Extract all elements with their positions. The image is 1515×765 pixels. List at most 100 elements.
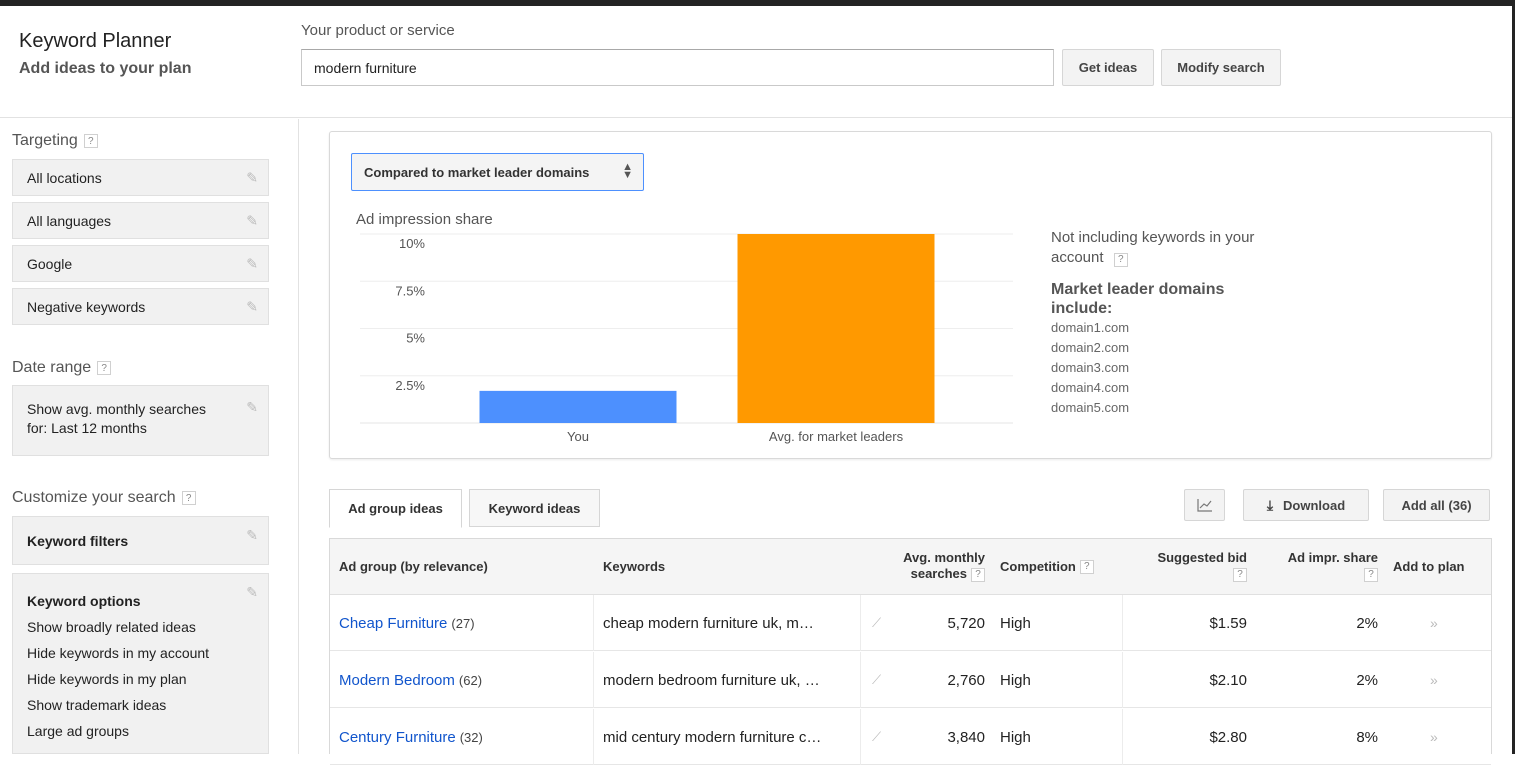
customize-label: Customize your search bbox=[12, 489, 176, 506]
chart-x-tick-label: Avg. for market leaders bbox=[769, 429, 904, 444]
chart-x-tick-label: You bbox=[567, 429, 589, 444]
table-row: Century Furniture (32) mid century moder… bbox=[330, 709, 1491, 765]
col-searches-line2: searches bbox=[910, 566, 967, 581]
chart-y-tick-label: 2.5% bbox=[395, 378, 425, 393]
targeting-item-label: Negative keywords bbox=[27, 298, 146, 315]
share-cell: 2% bbox=[1356, 671, 1378, 689]
add-to-plan-icon[interactable]: » bbox=[1430, 595, 1438, 651]
col-impr-label: Ad impr. share bbox=[1287, 550, 1378, 565]
get-ideas-button[interactable]: Get ideas bbox=[1062, 49, 1154, 86]
add-to-plan-icon[interactable]: » bbox=[1430, 709, 1438, 765]
table-row: Modern Bedroom (62) modern bedroom furni… bbox=[330, 652, 1491, 708]
date-range-line1: Show avg. monthly searches bbox=[27, 401, 206, 417]
trend-icon[interactable]: ⟋ bbox=[872, 652, 881, 708]
modify-search-button[interactable]: Modify search bbox=[1161, 49, 1281, 86]
trend-icon[interactable]: ⟋ bbox=[872, 709, 881, 765]
col-adgroup[interactable]: Ad group (by relevance) bbox=[339, 559, 488, 575]
chart-toggle-button[interactable] bbox=[1184, 489, 1225, 521]
domain-item: domain3.com bbox=[1051, 360, 1130, 375]
help-icon[interactable]: ? bbox=[971, 567, 985, 582]
pencil-icon[interactable]: ✎ bbox=[246, 527, 258, 544]
chart-bar bbox=[737, 234, 935, 423]
targeting-item-label: Google bbox=[27, 255, 73, 272]
leaders-heading-line1: Market leader domains bbox=[1051, 281, 1225, 298]
domain-item: domain5.com bbox=[1051, 400, 1130, 415]
col-keywords: Keywords bbox=[603, 559, 666, 574]
adgroup-count: (32) bbox=[459, 729, 483, 745]
col-competition[interactable]: Competition ? bbox=[1000, 559, 1094, 575]
domain-item: domain4.com bbox=[1051, 380, 1130, 395]
column-divider bbox=[1122, 595, 1123, 651]
pencil-icon[interactable]: ✎ bbox=[246, 255, 258, 272]
help-icon[interactable]: ? bbox=[181, 491, 196, 505]
pencil-icon[interactable]: ✎ bbox=[246, 398, 258, 417]
column-divider bbox=[860, 709, 861, 765]
targeting-network-item[interactable]: Google ✎ bbox=[12, 245, 269, 282]
date-range-item[interactable]: Show avg. monthly searches for: Last 12 … bbox=[12, 385, 269, 456]
date-range-label: Date range bbox=[12, 359, 92, 376]
chart-y-tick-label: 10% bbox=[399, 236, 425, 251]
leaders-heading: Market leader domains include: bbox=[1051, 280, 1311, 318]
pencil-icon[interactable]: ✎ bbox=[246, 212, 258, 229]
tab-keyword-ideas[interactable]: Keyword ideas bbox=[469, 489, 600, 527]
line-chart-icon bbox=[1196, 499, 1212, 512]
column-divider bbox=[593, 709, 594, 765]
help-icon[interactable]: ? bbox=[1079, 560, 1094, 574]
chart-x-axis: You Avg. for market leaders bbox=[567, 429, 904, 444]
targeting-negative-keywords-item[interactable]: Negative keywords ✎ bbox=[12, 288, 269, 325]
chart-y-axis: 2.5% 5% 7.5% 10% bbox=[395, 236, 425, 393]
help-icon[interactable]: ? bbox=[1364, 567, 1378, 582]
adgroup-count: (27) bbox=[451, 615, 475, 631]
ad-group-ideas-table: Ad group (by relevance) Keywords Avg. mo… bbox=[329, 538, 1492, 765]
searches-cell: 5,720 bbox=[947, 614, 985, 632]
targeting-languages-item[interactable]: All languages ✎ bbox=[12, 202, 269, 239]
download-label: Download bbox=[1283, 497, 1346, 513]
help-icon[interactable]: ? bbox=[83, 134, 98, 148]
keyword-options-item[interactable]: Keyword options Show broadly related ide… bbox=[12, 573, 269, 754]
adgroup-link[interactable]: Century Furniture bbox=[339, 729, 456, 746]
chart-bar bbox=[479, 390, 677, 423]
tab-ad-group-ideas[interactable]: Ad group ideas bbox=[329, 489, 462, 528]
bid-cell: $2.80 bbox=[1209, 728, 1247, 746]
keyword-option: Hide keywords in my plan bbox=[27, 671, 187, 687]
help-icon[interactable]: ? bbox=[1233, 567, 1247, 582]
adgroup-cell[interactable]: Cheap Furniture (27) bbox=[339, 595, 475, 651]
bid-cell: $2.10 bbox=[1209, 671, 1247, 689]
download-button[interactable]: ⤓ Download bbox=[1243, 489, 1369, 521]
adgroup-cell[interactable]: Modern Bedroom (62) bbox=[339, 652, 482, 708]
bid-cell: $1.59 bbox=[1209, 614, 1247, 632]
keyword-options-title: Keyword options bbox=[27, 593, 141, 609]
date-range-section-label: Date range ? bbox=[12, 359, 112, 377]
adgroup-cell[interactable]: Century Furniture (32) bbox=[339, 709, 483, 765]
targeting-locations-item[interactable]: All locations ✎ bbox=[12, 159, 269, 196]
chart-y-tick-label: 5% bbox=[406, 331, 425, 346]
trend-icon[interactable]: ⟋ bbox=[872, 595, 881, 651]
share-cell: 2% bbox=[1356, 614, 1378, 632]
keywords-cell: cheap modern furniture uk, m… bbox=[603, 614, 814, 632]
competition-cell: High bbox=[1000, 671, 1031, 689]
search-label: Your product or service bbox=[301, 22, 455, 39]
product-search-input[interactable] bbox=[301, 49, 1054, 86]
date-range-line2: for: Last 12 months bbox=[27, 420, 147, 436]
add-to-plan-icon[interactable]: » bbox=[1430, 652, 1438, 708]
adgroup-link[interactable]: Cheap Furniture bbox=[339, 615, 447, 632]
add-all-button[interactable]: Add all (36) bbox=[1383, 489, 1490, 521]
col-searches[interactable]: Avg. monthly searches? bbox=[870, 550, 985, 582]
pencil-icon[interactable]: ✎ bbox=[246, 584, 258, 601]
adgroup-link[interactable]: Modern Bedroom bbox=[339, 672, 455, 689]
help-icon[interactable]: ? bbox=[1113, 253, 1128, 267]
table-row: Cheap Furniture (27) cheap modern furnit… bbox=[330, 595, 1491, 651]
help-icon[interactable]: ? bbox=[97, 361, 112, 375]
pencil-icon[interactable]: ✎ bbox=[246, 169, 258, 186]
targeting-item-label: All locations bbox=[27, 169, 102, 186]
col-searches-line1: Avg. monthly bbox=[903, 550, 985, 565]
column-divider bbox=[860, 595, 861, 651]
col-suggested-bid[interactable]: Suggested bid ? bbox=[1130, 550, 1247, 582]
domain-item: domain2.com bbox=[1051, 340, 1130, 355]
keyword-option: Large ad groups bbox=[27, 723, 129, 739]
column-divider bbox=[860, 652, 861, 708]
keyword-filters-item[interactable]: Keyword filters ✎ bbox=[12, 516, 269, 565]
col-ad-impr-share[interactable]: Ad impr. share ? bbox=[1260, 550, 1378, 582]
targeting-label: Targeting bbox=[12, 132, 78, 149]
pencil-icon[interactable]: ✎ bbox=[246, 298, 258, 315]
